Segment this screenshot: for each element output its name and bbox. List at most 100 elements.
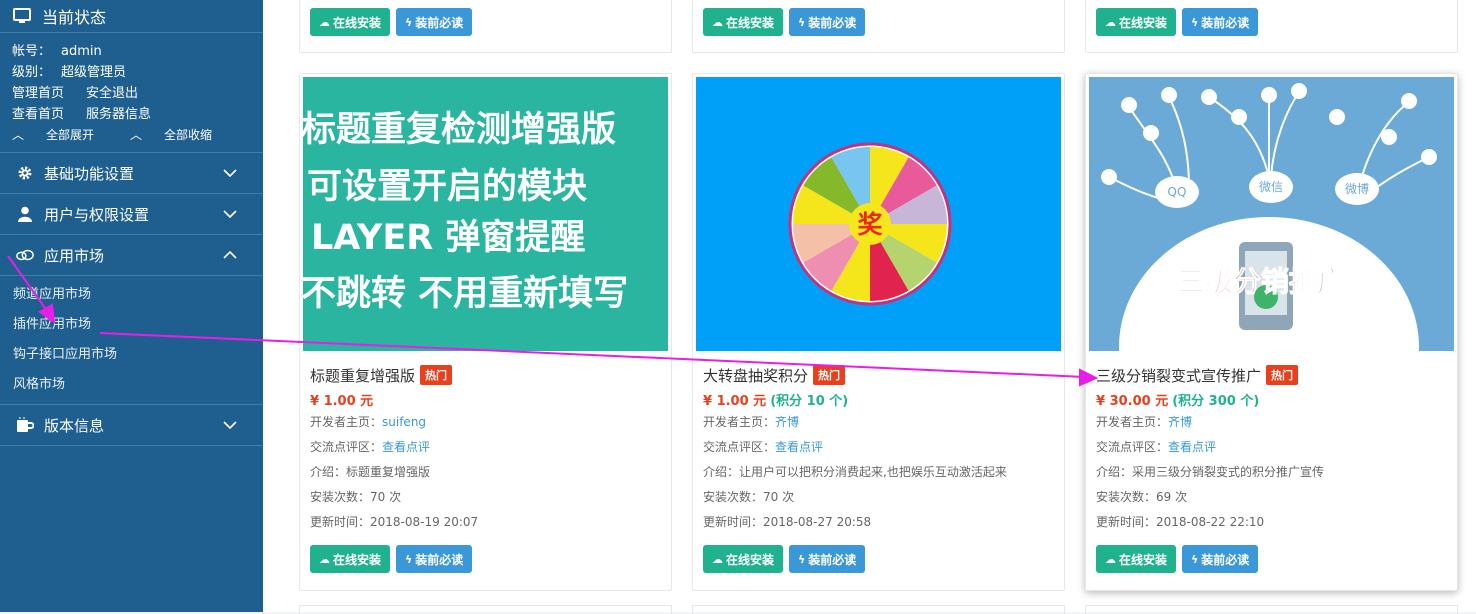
installs-value: 70 次 [763,490,795,504]
readme-button[interactable]: ϟ 装前必读 [1182,545,1259,573]
review-label: 交流点评区： [1096,440,1169,454]
account-value: admin [61,44,102,59]
updated-label: 更新时间： [703,515,764,529]
install-button[interactable]: ☁ 在线安装 [1096,8,1177,36]
intro-text: 标题重复增强版 [346,465,431,479]
plugin-title[interactable]: 大转盘抽奖积分 [703,365,808,386]
section-label: 基础功能设置 [44,164,135,183]
readme-button[interactable]: ϟ 装前必读 [789,8,866,36]
install-label: 在线安装 [333,552,382,567]
view-home-link[interactable]: 查看首页 [12,104,64,125]
level-label: 级别： [12,65,52,80]
menu-channel-market[interactable]: 频道应用市场 [0,280,263,310]
plugin-title[interactable]: 三级分销裂变式宣传推广 [1096,365,1261,386]
bubble-wechat: 微信 [1259,180,1283,194]
section-label: 用户与权限设置 [44,205,150,224]
plugin-thumbnail[interactable]: 标题重复检测增强版 可设置开启的模块 LAYER 弹窗提醒 不跳转 不用重新填写 [303,77,668,351]
section-basic-settings[interactable]: 基础功能设置 [0,153,263,194]
monitor-icon [13,8,31,23]
section-app-market[interactable]: 应用市场 [0,235,263,276]
updated-label: 更新时间： [310,515,371,529]
account-panel: 帐号： admin 级别： 超级管理员 管理首页 安全退出 查看首页 服务器信息 ︿ 全部… [0,33,263,153]
readme-label: 装前必读 [808,15,857,30]
cloud-download-icon: ☁ [319,552,330,566]
thumb-line-4: 不跳转 不用重新填写 [303,274,628,314]
server-info-link[interactable]: 服务器信息 [86,104,151,125]
bolt-icon: ϟ [1191,552,1199,566]
plugin-card-partial: ☁ 在线安装 ϟ 装前必读 [692,0,1065,53]
hot-badge: 热门 [813,365,846,385]
menu-hook-market[interactable]: 钩子接口应用市场 [0,340,263,370]
install-button[interactable]: ☁ 在线安装 [310,8,391,36]
plugin-points: (积分 10 个) [770,394,849,409]
readme-label: 装前必读 [808,552,857,567]
install-label: 在线安装 [1119,552,1168,567]
coffee-cup-icon [17,417,34,432]
bubble-qq: QQ [1168,185,1187,199]
menu-style-market[interactable]: 风格市场 [0,370,263,400]
install-button[interactable]: ☁ 在线安装 [703,545,784,573]
developer-link[interactable]: 齐博 [775,415,799,429]
account-label: 帐号： [12,44,52,59]
review-link[interactable]: 查看点评 [1168,440,1216,454]
admin-home-link[interactable]: 管理首页 [12,83,64,104]
bubble-weibo: 微博 [1345,181,1369,196]
updated-label: 更新时间： [1096,515,1157,529]
banner-text: 三级分销推广 [1177,265,1345,298]
thumb-line-3: LAYER 弹窗提醒 [311,218,585,258]
next-row-card-edge [1085,605,1458,614]
readme-button[interactable]: ϟ 装前必读 [396,545,473,573]
plugin-thumbnail[interactable]: QQ 微信 微博 三级分销推广 [1089,77,1454,351]
plugin-info: 三级分销裂变式宣传推广 热门 ¥ 30.00 元 (积分 300 个) 开发者主页：… [1096,364,1449,535]
bolt-icon: ϟ [798,552,806,566]
section-user-permissions[interactable]: 用户与权限设置 [0,194,263,235]
readme-label: 装前必读 [415,15,464,30]
intro-text: 让用户可以把积分消费起来,也把娱乐互动激活起来 [739,465,1007,479]
cloud-download-icon: ☁ [1105,552,1116,566]
section-version-info[interactable]: 版本信息 [0,405,263,446]
developer-link[interactable]: 齐博 [1168,415,1192,429]
intro-label: 介绍： [1096,465,1133,479]
install-label: 在线安装 [726,15,775,30]
referral-network-image: QQ 微信 微博 三级分销推广 [1101,83,1437,351]
review-link[interactable]: 查看点评 [775,440,823,454]
collapse-all-label: 全部收缩 [164,128,213,142]
plugin-card: QQ 微信 微博 三级分销推广 三级分销裂变式宣传推广 热门 ¥ 30.00 元(… [1085,73,1458,591]
menu-plugin-market[interactable]: 插件应用市场 [0,310,263,340]
expand-all-button[interactable]: ︿ 全部展开 [12,125,116,146]
chevron-down-icon [223,421,237,430]
readme-button[interactable]: ϟ 装前必读 [396,8,473,36]
readme-button[interactable]: ϟ 装前必读 [789,545,866,573]
sidebar-header: 当前状态 [0,0,263,33]
readme-button[interactable]: ϟ 装前必读 [1182,8,1259,36]
readme-label: 装前必读 [415,552,464,567]
section-label: 版本信息 [44,416,105,435]
collapse-all-button[interactable]: ︿ 全部收缩 [130,125,234,146]
plugin-price: ¥ 1.00 元 [310,394,374,409]
readme-label: 装前必读 [1201,15,1250,30]
chevron-up-icon [223,250,237,259]
developer-label: 开发者主页： [703,415,776,429]
sidebar-title: 当前状态 [42,8,107,27]
intro-label: 介绍： [703,465,740,479]
install-button[interactable]: ☁ 在线安装 [1096,545,1177,573]
logout-link[interactable]: 安全退出 [86,83,138,104]
cloud-link-icon [16,249,34,261]
intro-label: 介绍： [310,465,347,479]
updated-value: 2018-08-22 22:10 [1156,515,1265,529]
chevron-up-icon: ︿ [130,128,143,142]
app-market-submenu: 频道应用市场 插件应用市场 钩子接口应用市场 风格市场 [0,276,263,405]
chevron-down-icon [223,169,237,178]
cloud-download-icon: ☁ [319,15,330,29]
install-button[interactable]: ☁ 在线安装 [310,545,391,573]
hot-badge: 热门 [1266,365,1299,385]
plugin-card-partial: ☁ 在线安装 ϟ 装前必读 [299,0,672,53]
cloud-download-icon: ☁ [712,15,723,29]
thumbnail-text-art: 标题重复检测增强版 可设置开启的模块 LAYER 弹窗提醒 不跳转 不用重新填写 [303,110,628,314]
install-button[interactable]: ☁ 在线安装 [703,8,784,36]
plugin-title[interactable]: 标题重复增强版 [310,365,415,386]
sidebar: 当前状态 帐号： admin 级别： 超级管理员 管理首页 安全退出 查看首页 服务器信… [0,0,263,612]
review-link[interactable]: 查看点评 [382,440,430,454]
developer-link[interactable]: suifeng [382,415,426,429]
plugin-thumbnail[interactable]: 奖 [696,77,1061,351]
